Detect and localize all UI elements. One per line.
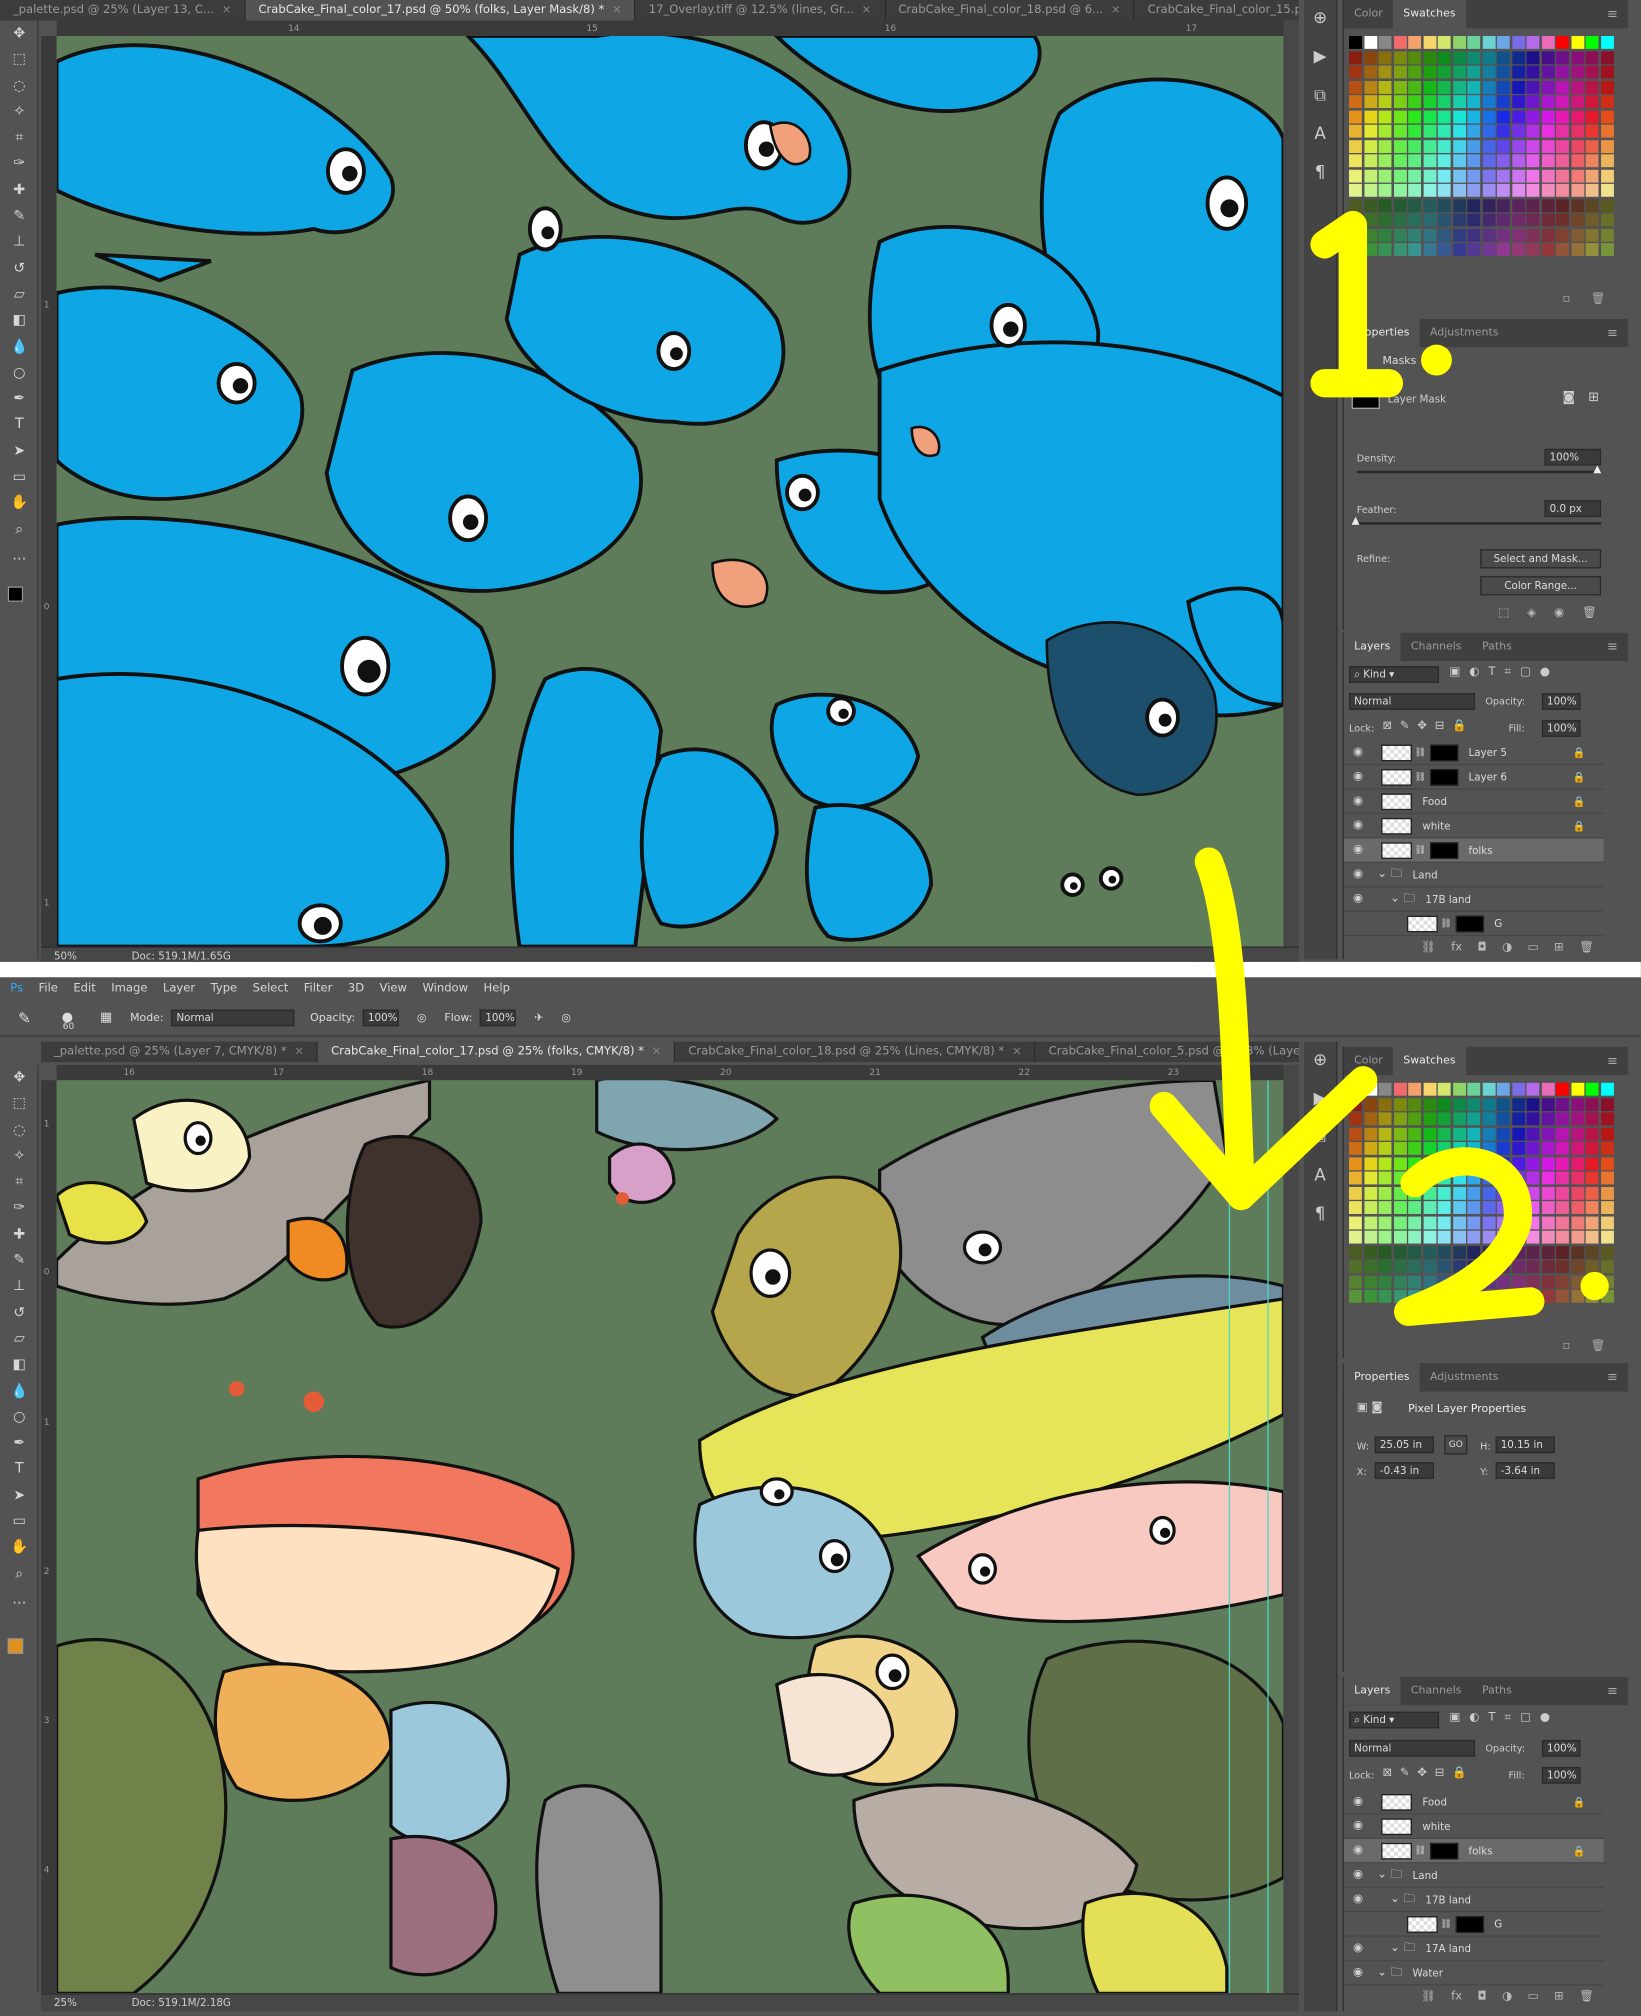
annotation-dot-1 — [1421, 344, 1452, 376]
annotation-number-1 — [1310, 210, 1404, 398]
annotation-overlay — [1149, 210, 1609, 1326]
annotation-number-2 — [1394, 1147, 1545, 1326]
photoshop-comparison-screenshot: _palette.psd @ 25% (Layer 13, C... × CrabC… — [0, 0, 1641, 2016]
annotation-arrow-head — [1149, 1066, 1378, 1211]
annotation-dot-2 — [1580, 1271, 1609, 1301]
